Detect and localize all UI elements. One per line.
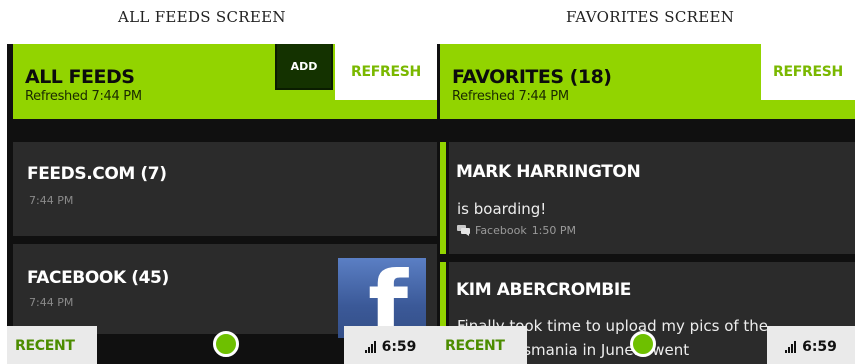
home-dot-icon[interactable]: [630, 331, 656, 357]
favorite-time: 1:50 PM: [531, 224, 577, 237]
favorites-header: FAVORITES (18) Refreshed 7:44 PM REFRESH: [440, 44, 855, 119]
bottom-bar: RECENT 6:59: [7, 326, 437, 364]
clock: 6:59: [802, 339, 837, 355]
signal-bars-icon: [785, 341, 797, 353]
feed-title: FACEBOOK (45): [27, 268, 169, 288]
status-indicator: 6:59: [767, 326, 855, 364]
caption-all-feeds: ALL FEEDS SCREEN: [118, 8, 286, 26]
add-button[interactable]: ADD: [275, 44, 333, 90]
refreshed-time: Refreshed 7:44 PM: [452, 89, 569, 104]
all-feeds-screen: ALL FEEDS Refreshed 7:44 PM ADD REFRESH …: [7, 44, 437, 364]
recent-button[interactable]: RECENT: [7, 326, 97, 364]
signal-bars-icon: [364, 341, 376, 353]
favorite-meta: Facebook 1:50 PM: [457, 224, 576, 237]
caption-favorites: FAVORITES SCREEN: [566, 8, 735, 26]
refresh-button[interactable]: REFRESH: [761, 44, 855, 100]
clock: 6:59: [381, 339, 417, 355]
favorite-message: is boarding!: [457, 200, 547, 218]
favorite-accent-bar: [440, 142, 446, 254]
refresh-button[interactable]: REFRESH: [335, 44, 437, 100]
page-title: FAVORITES (18): [452, 66, 612, 88]
feed-title: FEEDS.COM (7): [27, 164, 167, 184]
home-dot-icon[interactable]: [213, 331, 239, 357]
comment-icon: [457, 225, 470, 236]
feed-item-feedscom[interactable]: FEEDS.COM (7) 7:44 PM: [13, 142, 437, 236]
favorite-source: Facebook: [475, 224, 527, 237]
refreshed-time: Refreshed 7:44 PM: [25, 89, 142, 104]
favorite-name: MARK HARRINGTON: [456, 162, 641, 182]
recent-button[interactable]: RECENT: [437, 326, 527, 364]
favorite-name: KIM ABERCROMBIE: [456, 280, 631, 300]
all-feeds-header: ALL FEEDS Refreshed 7:44 PM ADD REFRESH: [13, 44, 437, 119]
feed-time: 7:44 PM: [29, 194, 74, 207]
page-title: ALL FEEDS: [25, 66, 135, 88]
favorites-screen: FAVORITES (18) Refreshed 7:44 PM REFRESH…: [437, 44, 855, 364]
feed-time: 7:44 PM: [29, 296, 74, 309]
status-indicator: 6:59: [344, 326, 437, 364]
favorite-item-mark-harrington[interactable]: [449, 142, 855, 254]
bottom-bar: RECENT 6:59: [437, 326, 855, 364]
